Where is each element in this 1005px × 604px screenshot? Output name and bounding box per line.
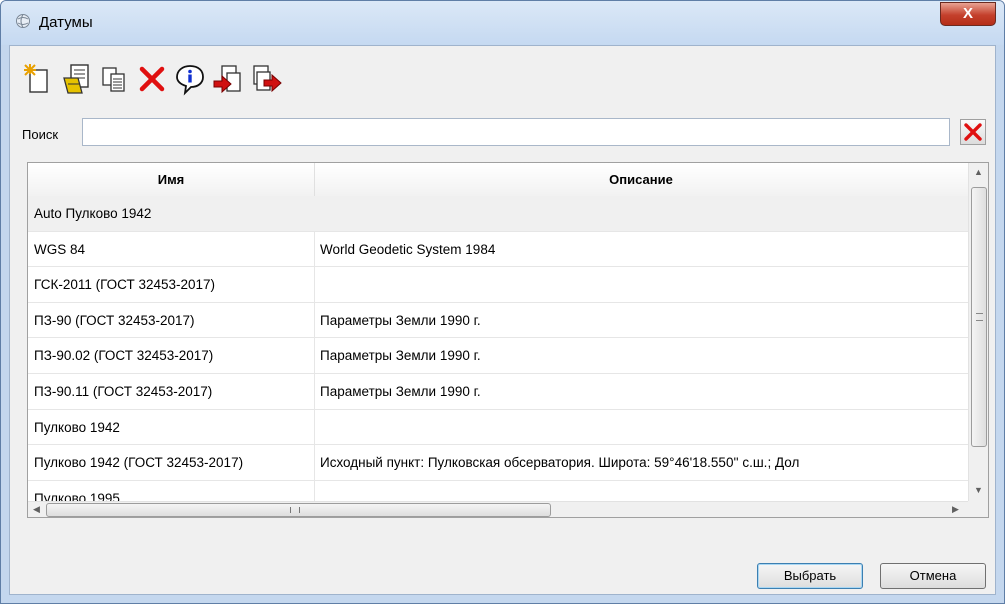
horizontal-scrollbar[interactable]: ◀ ▶ [28, 501, 968, 517]
toolbar [22, 62, 282, 98]
grip-icon [290, 507, 300, 513]
info-icon[interactable] [174, 62, 206, 96]
table-body: Auto Пулково 1942 WGS 84 World Geodetic … [28, 196, 968, 517]
datums-table: Имя Описание Auto Пулково 1942 WGS 84 Wo… [27, 162, 989, 518]
cell-name: Пулково 1942 (ГОСТ 32453-2017) [34, 455, 244, 471]
cell-name: ГСК-2011 (ГОСТ 32453-2017) [34, 277, 216, 293]
cell-name: ПЗ-90 (ГОСТ 32453-2017) [34, 312, 195, 328]
search-label: Поиск [22, 127, 59, 142]
cell-description: World Geodetic System 1984 [320, 241, 496, 257]
search-input[interactable] [82, 118, 950, 146]
cell-description: Параметры Земли 1990 г. [320, 383, 481, 399]
cell-name: Пулково 1942 [34, 419, 120, 435]
close-button[interactable]: X [940, 2, 996, 26]
cell-name: Auto Пулково 1942 [34, 206, 152, 221]
cell-description: Параметры Земли 1990 г. [320, 312, 481, 328]
import-icon[interactable] [212, 62, 244, 96]
table-row[interactable]: WGS 84 World Geodetic System 1984 [28, 232, 968, 268]
column-header-name[interactable]: Имя [28, 163, 315, 196]
edit-document-icon[interactable] [60, 62, 92, 96]
table-row[interactable]: ПЗ-90 (ГОСТ 32453-2017) Параметры Земли … [28, 303, 968, 339]
clear-search-button[interactable] [960, 119, 986, 145]
table-row[interactable]: ПЗ-90.11 (ГОСТ 32453-2017) Параметры Зем… [28, 374, 968, 410]
cell-name: ПЗ-90.11 (ГОСТ 32453-2017) [34, 383, 213, 399]
table-header: Имя Описание [28, 163, 968, 197]
table-row[interactable]: Auto Пулково 1942 [28, 196, 968, 232]
cancel-button[interactable]: Отмена [880, 563, 986, 589]
scroll-up-icon[interactable]: ▲ [974, 167, 983, 177]
copy-documents-icon[interactable] [98, 62, 130, 96]
globe-icon [15, 13, 31, 29]
table-row[interactable]: Пулково 1942 [28, 410, 968, 446]
cell-name: ПЗ-90.02 (ГОСТ 32453-2017) [34, 348, 214, 364]
cell-description: Параметры Земли 1990 г. [320, 348, 481, 364]
scroll-down-icon[interactable]: ▼ [974, 485, 983, 495]
vertical-scrollbar[interactable]: ▲ ▼ [968, 163, 988, 501]
cell-name: WGS 84 [34, 241, 86, 257]
grip-icon [976, 313, 983, 321]
table-row[interactable]: Пулково 1942 (ГОСТ 32453-2017) Исходный … [28, 445, 968, 481]
clear-icon [964, 123, 982, 141]
vertical-scroll-thumb[interactable] [971, 187, 987, 447]
select-button[interactable]: Выбрать [757, 563, 863, 589]
scroll-right-icon[interactable]: ▶ [952, 504, 959, 515]
table-row[interactable]: ПЗ-90.02 (ГОСТ 32453-2017) Параметры Зем… [28, 338, 968, 374]
delete-icon[interactable] [136, 62, 168, 96]
horizontal-scroll-thumb[interactable] [46, 503, 551, 517]
window-title: Датумы [39, 14, 93, 31]
export-icon[interactable] [250, 62, 282, 96]
cell-description: Исходный пункт: Пулковская обсерватория.… [320, 455, 800, 471]
scrollbar-corner [968, 501, 988, 517]
new-document-icon[interactable] [22, 62, 54, 96]
title-bar[interactable]: Датумы X [1, 1, 1004, 45]
table-row[interactable]: ГСК-2011 (ГОСТ 32453-2017) [28, 267, 968, 303]
column-header-description[interactable]: Описание [314, 163, 968, 196]
scroll-left-icon[interactable]: ◀ [33, 504, 40, 515]
